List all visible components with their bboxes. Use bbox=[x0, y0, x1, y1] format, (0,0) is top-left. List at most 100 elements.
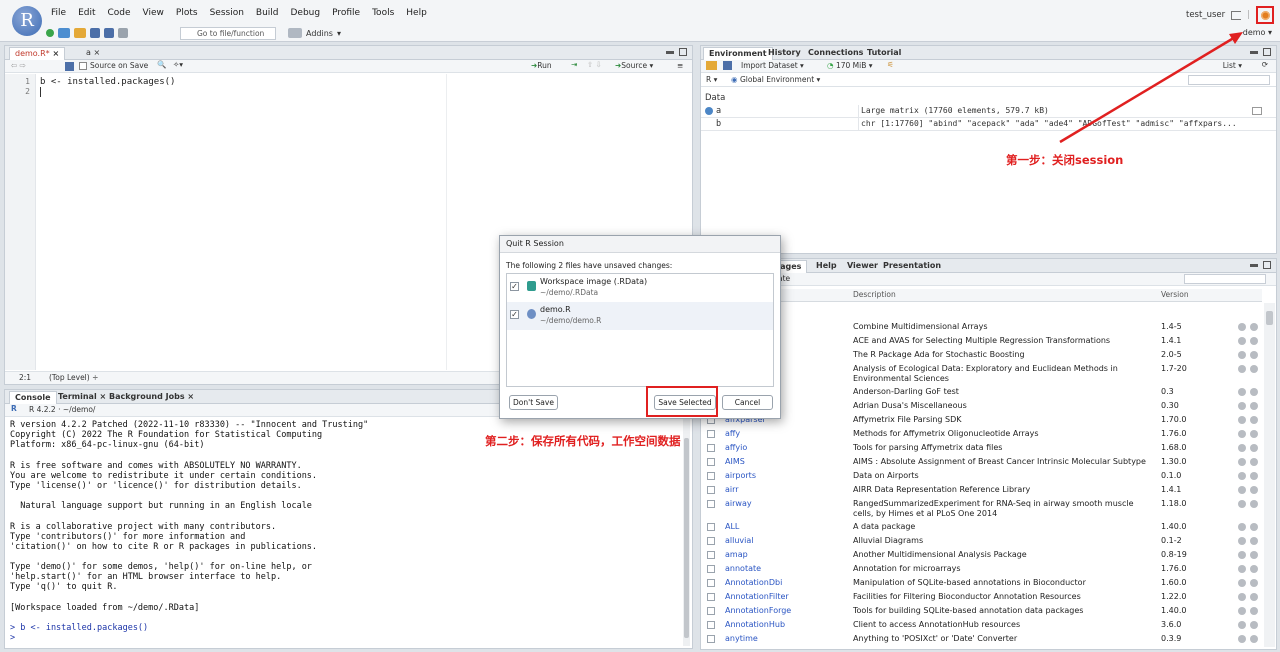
code-line[interactable] bbox=[40, 87, 175, 97]
pkg-scrollbar[interactable] bbox=[1264, 303, 1275, 647]
tab-console[interactable]: Console bbox=[9, 391, 57, 404]
close-icon[interactable]: × bbox=[52, 49, 59, 58]
pkg-remove-icon[interactable] bbox=[1250, 523, 1258, 531]
broom-icon[interactable]: ⚟ bbox=[887, 60, 894, 69]
new-project-icon[interactable] bbox=[58, 28, 70, 38]
menu-session[interactable]: Session bbox=[210, 8, 244, 18]
pkg-web-icon[interactable] bbox=[1238, 537, 1246, 545]
menu-code[interactable]: Code bbox=[108, 8, 131, 18]
pkg-name[interactable]: airports bbox=[725, 471, 756, 481]
tab-viewer[interactable]: Viewer bbox=[842, 260, 883, 273]
tab-demo-r[interactable]: demo.R* × bbox=[9, 47, 66, 60]
pkg-row[interactable]: AnnotationForge Tools for building SQLite… bbox=[701, 605, 1262, 619]
scroll-thumb[interactable] bbox=[1266, 311, 1273, 325]
expand-icon[interactable] bbox=[705, 107, 713, 115]
back-arrow-icon[interactable]: ⇦ ⇨ bbox=[11, 61, 26, 70]
pkg-name[interactable]: airway bbox=[725, 499, 752, 509]
col-version[interactable]: Version bbox=[1161, 289, 1189, 301]
pkg-row[interactable]: AIMS AIMS : Absolute Assignment of Breast… bbox=[701, 456, 1262, 470]
pkg-remove-icon[interactable] bbox=[1250, 621, 1258, 629]
file-item-demo-r[interactable]: ✓ demo.R ~/demo/demo.R bbox=[507, 302, 773, 330]
pkg-row[interactable]: affyio Tools for parsing Affymetrix data … bbox=[701, 442, 1262, 456]
env-search-input[interactable] bbox=[1188, 75, 1270, 85]
cancel-button[interactable]: Cancel bbox=[722, 395, 773, 410]
pkg-web-icon[interactable] bbox=[1238, 365, 1246, 373]
pkg-remove-icon[interactable] bbox=[1250, 458, 1258, 466]
pkg-row[interactable]: Anderson-Darling GoF test 0.3 bbox=[701, 386, 1262, 400]
pkg-row[interactable]: AnnotationFilter Facilities for Filtering… bbox=[701, 591, 1262, 605]
menu-view[interactable]: View bbox=[143, 8, 164, 18]
pkg-web-icon[interactable] bbox=[1238, 472, 1246, 480]
scroll-thumb[interactable] bbox=[684, 438, 689, 638]
env-row-b[interactable]: b chr [1:17760] "abind" "acepack" "ada" … bbox=[701, 118, 1276, 131]
workspace-panes-icon[interactable] bbox=[288, 28, 302, 38]
pkg-name[interactable]: anytime bbox=[725, 634, 758, 644]
console-output[interactable]: R version 4.2.2 Patched (2022-11-10 r833… bbox=[10, 420, 368, 643]
pkg-web-icon[interactable] bbox=[1238, 444, 1246, 452]
dont-save-button[interactable]: Don't Save bbox=[509, 395, 558, 410]
pkg-checkbox[interactable] bbox=[707, 551, 715, 559]
pkg-web-icon[interactable] bbox=[1238, 593, 1246, 601]
pkg-row[interactable]: affy Methods for Affymetrix Oligonucleoti… bbox=[701, 428, 1262, 442]
source-on-save-checkbox[interactable] bbox=[79, 62, 87, 70]
pkg-remove-icon[interactable] bbox=[1250, 416, 1258, 424]
pkg-name[interactable]: AnnotationFilter bbox=[725, 592, 789, 602]
file-checkbox[interactable]: ✓ bbox=[510, 282, 519, 291]
new-file-icon[interactable] bbox=[46, 29, 54, 37]
pkg-checkbox[interactable] bbox=[707, 444, 715, 452]
pkg-row[interactable]: amap Another Multidimensional Analysis Pa… bbox=[701, 549, 1262, 563]
pkg-row[interactable]: Analysis of Ecological Data: Exploratory… bbox=[701, 363, 1262, 386]
pkg-web-icon[interactable] bbox=[1238, 323, 1246, 331]
pkg-web-icon[interactable] bbox=[1238, 351, 1246, 359]
pkg-row[interactable]: ACE and AVAS for Selecting Multiple Regr… bbox=[701, 335, 1262, 349]
tab-presentation[interactable]: Presentation bbox=[878, 260, 946, 273]
menu-file[interactable]: File bbox=[51, 8, 66, 18]
save-icon[interactable] bbox=[90, 28, 100, 38]
pkg-remove-icon[interactable] bbox=[1250, 323, 1258, 331]
minimize-icon[interactable] bbox=[1250, 264, 1258, 267]
memory-usage[interactable]: ◔ 170 MiB ▾ bbox=[827, 61, 873, 70]
pkg-remove-icon[interactable] bbox=[1250, 579, 1258, 587]
pkg-row[interactable]: AnnotationHub Client to access Annotation… bbox=[701, 619, 1262, 633]
source-button[interactable]: ➜Source ▾ bbox=[615, 61, 653, 70]
save-selected-button[interactable]: Save Selected bbox=[654, 395, 716, 410]
menu-profile[interactable]: Profile bbox=[332, 8, 360, 18]
close-icon[interactable]: × bbox=[93, 48, 100, 57]
pkg-web-icon[interactable] bbox=[1238, 579, 1246, 587]
language-menu[interactable]: R ▾ bbox=[706, 75, 717, 84]
load-workspace-icon[interactable] bbox=[706, 61, 717, 70]
pkg-remove-icon[interactable] bbox=[1250, 472, 1258, 480]
pkg-name[interactable]: AnnotationHub bbox=[725, 620, 785, 630]
pkg-web-icon[interactable] bbox=[1238, 565, 1246, 573]
pkg-remove-icon[interactable] bbox=[1250, 430, 1258, 438]
pkg-remove-icon[interactable] bbox=[1250, 537, 1258, 545]
menu-debug[interactable]: Debug bbox=[291, 8, 321, 18]
magic-wand-icon[interactable]: ✧▾ bbox=[173, 60, 183, 69]
refresh-icon[interactable]: ⟳ bbox=[1262, 60, 1268, 69]
pkg-row[interactable]: Adrian Dusa's Miscellaneous 0.30 bbox=[701, 400, 1262, 414]
search-icon[interactable]: 🔍 bbox=[157, 60, 166, 69]
maximize-icon[interactable] bbox=[1263, 48, 1271, 56]
pkg-row[interactable]: affxparser Affymetrix File Parsing SDK 1.7… bbox=[701, 414, 1262, 428]
pkg-name[interactable]: amap bbox=[725, 550, 748, 560]
pkg-remove-icon[interactable] bbox=[1250, 351, 1258, 359]
pkg-row[interactable]: airway RangedSummarizedExperiment for RNA… bbox=[701, 498, 1262, 521]
pkg-row[interactable]: airports Data on Airports 0.1.0 bbox=[701, 470, 1262, 484]
pkg-name[interactable]: AnnotationDbi bbox=[725, 578, 782, 588]
env-row-a[interactable]: a Large matrix (17760 elements, 579.7 kB… bbox=[701, 105, 1276, 118]
pkg-web-icon[interactable] bbox=[1238, 635, 1246, 643]
save-workspace-icon[interactable] bbox=[723, 61, 732, 70]
pkg-remove-icon[interactable] bbox=[1250, 565, 1258, 573]
pkg-web-icon[interactable] bbox=[1238, 416, 1246, 424]
pkg-checkbox[interactable] bbox=[707, 430, 715, 438]
pkg-row[interactable]: ALL A data package 1.40.0 bbox=[701, 521, 1262, 535]
pkg-name[interactable]: annotate bbox=[725, 564, 761, 574]
pkg-checkbox[interactable] bbox=[707, 458, 715, 466]
tab-help[interactable]: Help bbox=[811, 260, 842, 273]
pkg-remove-icon[interactable] bbox=[1250, 635, 1258, 643]
pkg-remove-icon[interactable] bbox=[1250, 607, 1258, 615]
quit-session-button[interactable] bbox=[1256, 6, 1274, 24]
menu-plots[interactable]: Plots bbox=[176, 8, 198, 18]
pkg-search-input[interactable] bbox=[1184, 274, 1266, 284]
tab-tutorial[interactable]: Tutorial bbox=[862, 47, 906, 60]
